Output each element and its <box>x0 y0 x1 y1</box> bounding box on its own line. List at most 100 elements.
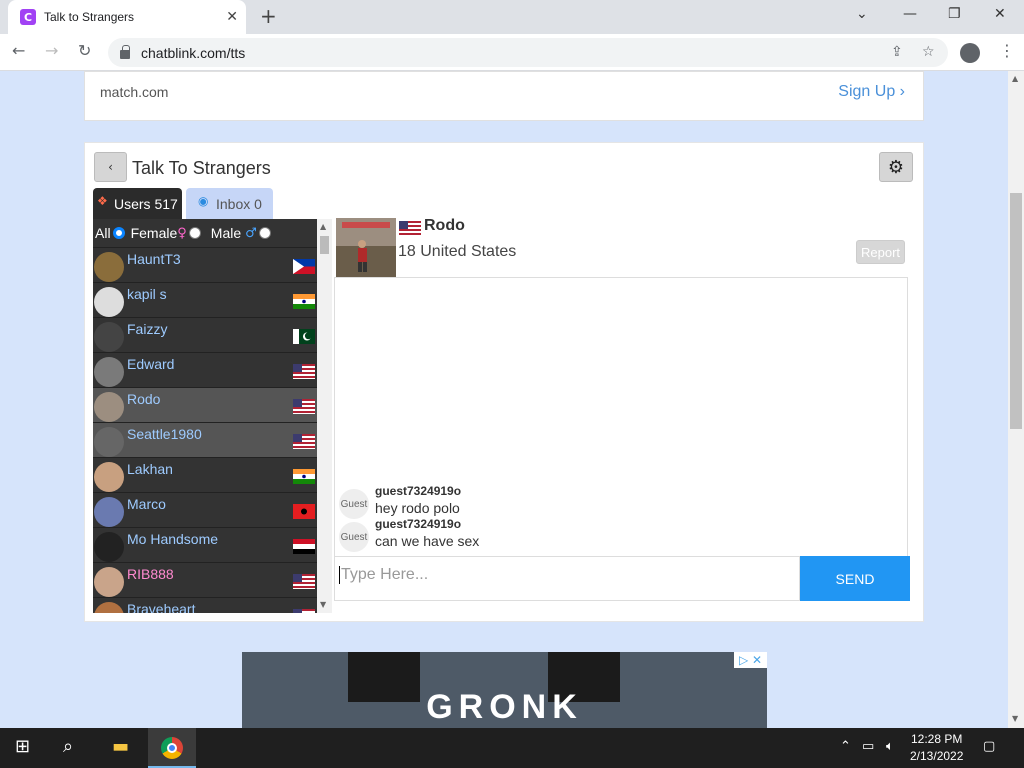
user-row[interactable]: Faizzy <box>93 317 317 352</box>
volume-icon[interactable]: 🔈︎ <box>886 739 894 754</box>
usa-flag-icon <box>399 221 421 236</box>
search-icon[interactable]: ⌕ <box>63 736 73 757</box>
message-item: Guest guest7324919o hey rodo polo <box>339 484 899 519</box>
user-row[interactable]: Braveheart <box>93 597 317 613</box>
user-row[interactable]: RIB888 <box>93 562 317 597</box>
filter-all-label: All <box>95 225 111 241</box>
report-button[interactable]: Report <box>856 240 905 264</box>
page-title: Talk To Strangers <box>132 158 271 178</box>
usa-flag-icon <box>293 399 315 414</box>
share-icon[interactable]: ⇪ <box>891 44 903 60</box>
ad-sign-up-link[interactable]: Sign Up › <box>838 83 905 101</box>
egypt-flag-icon <box>293 539 315 554</box>
message-text: can we have sex <box>375 533 480 549</box>
windows-start-icon[interactable]: ⊞ <box>15 736 30 757</box>
page-scrollbar[interactable]: ▲ ▼ <box>1008 71 1024 728</box>
back-arrow-icon[interactable]: ← <box>12 41 25 60</box>
bookmark-star-icon[interactable]: ☆ <box>922 44 935 60</box>
clock-time: 12:28 PM <box>911 732 963 746</box>
guest-avatar: Guest <box>339 522 369 552</box>
user-name: HauntT3 <box>127 251 181 267</box>
tab-close-icon[interactable]: ✕ <box>226 9 238 25</box>
settings-gear-button[interactable]: ⚙ <box>879 152 913 182</box>
tab-search-icon[interactable]: ⌄ <box>856 6 868 22</box>
address-bar[interactable]: chatblink.com/tts ⇪ ☆ <box>108 38 948 67</box>
user-avatar <box>94 497 124 527</box>
user-name: Lakhan <box>127 461 173 477</box>
scroll-up-icon[interactable]: ▲ <box>320 222 326 231</box>
user-avatar <box>94 567 124 597</box>
file-explorer-icon[interactable]: ▬ <box>112 736 129 757</box>
ad-choices-icon[interactable]: ▷ ✕ <box>734 652 767 668</box>
inbox-bubble-icon: ◉ <box>198 194 209 208</box>
user-row[interactable]: Seattle1980 <box>93 422 317 457</box>
female-symbol-icon: ♀ <box>177 225 187 241</box>
notification-icon[interactable]: ▢ <box>983 739 995 754</box>
profile-avatar-icon[interactable] <box>960 43 980 63</box>
browser-tab[interactable]: C Talk to Strangers ✕ <box>8 0 246 34</box>
message-input[interactable]: Type Here... <box>334 556 800 601</box>
message-text: hey rodo polo <box>375 500 460 516</box>
new-tab-icon[interactable]: + <box>260 4 277 28</box>
url-text: chatblink.com/tts <box>141 44 246 61</box>
user-row[interactable]: Lakhan <box>93 457 317 492</box>
filter-all-radio[interactable] <box>112 227 125 239</box>
back-button[interactable]: ‹ <box>94 152 127 182</box>
user-row[interactable]: HauntT3 <box>93 247 317 282</box>
minimize-icon[interactable]: — <box>903 6 917 22</box>
user-list-scroll-thumb[interactable] <box>320 236 329 254</box>
user-row[interactable]: Marco <box>93 492 317 527</box>
top-ad-banner[interactable]: match.com Sign Up › <box>84 71 924 121</box>
page-scroll-up-icon[interactable]: ▲ <box>1012 74 1018 83</box>
browser-tab-strip: C Talk to Strangers ✕ + ⌄ — ❐ ✕ <box>0 0 1024 34</box>
filter-female-label: Female <box>130 225 178 241</box>
user-name: RIB888 <box>127 566 174 582</box>
menu-kebab-icon[interactable]: ⋮ <box>999 41 1015 60</box>
tab-users[interactable]: ❖ Users 517 <box>93 188 182 219</box>
male-symbol-icon: ♂ <box>245 225 257 241</box>
user-name: Rodo <box>127 391 161 407</box>
reload-icon[interactable]: ↻ <box>78 41 91 60</box>
tab-inbox-label: Inbox 0 <box>216 196 262 212</box>
clock-date: 2/13/2022 <box>910 749 964 763</box>
user-avatar <box>94 532 124 562</box>
user-row[interactable]: Rodo <box>93 387 317 422</box>
user-avatar <box>94 357 124 387</box>
window-close-icon[interactable]: ✕ <box>994 6 1006 22</box>
page-scroll-down-icon[interactable]: ▼ <box>1012 714 1018 723</box>
scroll-down-icon[interactable]: ▼ <box>320 600 326 609</box>
tab-inbox[interactable]: ◉ Inbox 0 <box>186 188 273 219</box>
page-scroll-thumb[interactable] <box>1010 193 1022 429</box>
user-avatar <box>94 287 124 317</box>
user-row[interactable]: Mo Handsome <box>93 527 317 562</box>
filter-female-radio[interactable] <box>188 227 201 239</box>
browser-toolbar: ← → ↻ chatblink.com/tts ⇪ ☆ <box>0 34 1024 71</box>
user-name: Marco <box>127 496 166 512</box>
albania-flag-icon <box>293 504 315 519</box>
chat-panel: ‹ Talk To Strangers ⚙ ❖ Users 517 ◉ Inbo… <box>84 142 924 622</box>
user-list-scrollbar[interactable]: ▲ ▼ <box>317 219 332 613</box>
tray-chevron-icon[interactable]: ⌃ <box>840 739 851 754</box>
ad-brand-text: GRONK <box>426 688 583 726</box>
send-button[interactable]: SEND <box>800 556 910 601</box>
user-row[interactable]: kapil s <box>93 282 317 317</box>
forward-arrow-icon[interactable]: → <box>45 41 58 60</box>
chrome-taskbar-button[interactable] <box>148 728 196 768</box>
user-row[interactable]: Edward <box>93 352 317 387</box>
clock[interactable]: 12:28 PM 2/13/2022 <box>910 731 963 765</box>
restore-icon[interactable]: ❐ <box>948 6 961 22</box>
user-name: Faizzy <box>127 321 168 337</box>
ad-advertiser: match.com <box>100 84 169 100</box>
page-viewport: match.com Sign Up › ‹ Talk To Strangers … <box>0 71 1008 728</box>
network-icon[interactable]: ▭ <box>862 739 874 754</box>
text-caret <box>339 566 340 584</box>
message-input-placeholder: Type Here... <box>341 566 429 584</box>
filter-male-radio[interactable] <box>258 227 271 239</box>
partner-avatar[interactable] <box>336 218 396 278</box>
user-avatar <box>94 602 124 613</box>
message-username: guest7324919o <box>375 517 462 531</box>
user-name: Mo Handsome <box>127 531 219 547</box>
bottom-ad-banner[interactable]: GRONK ▷ ✕ <box>242 652 767 728</box>
pakistan-flag-icon <box>293 329 315 344</box>
windows-taskbar: ⊞ ⌕ ▬ ⌃ ▭ 🔈︎ 12:28 PM 2/13/2022 ▢ <box>0 728 1024 768</box>
